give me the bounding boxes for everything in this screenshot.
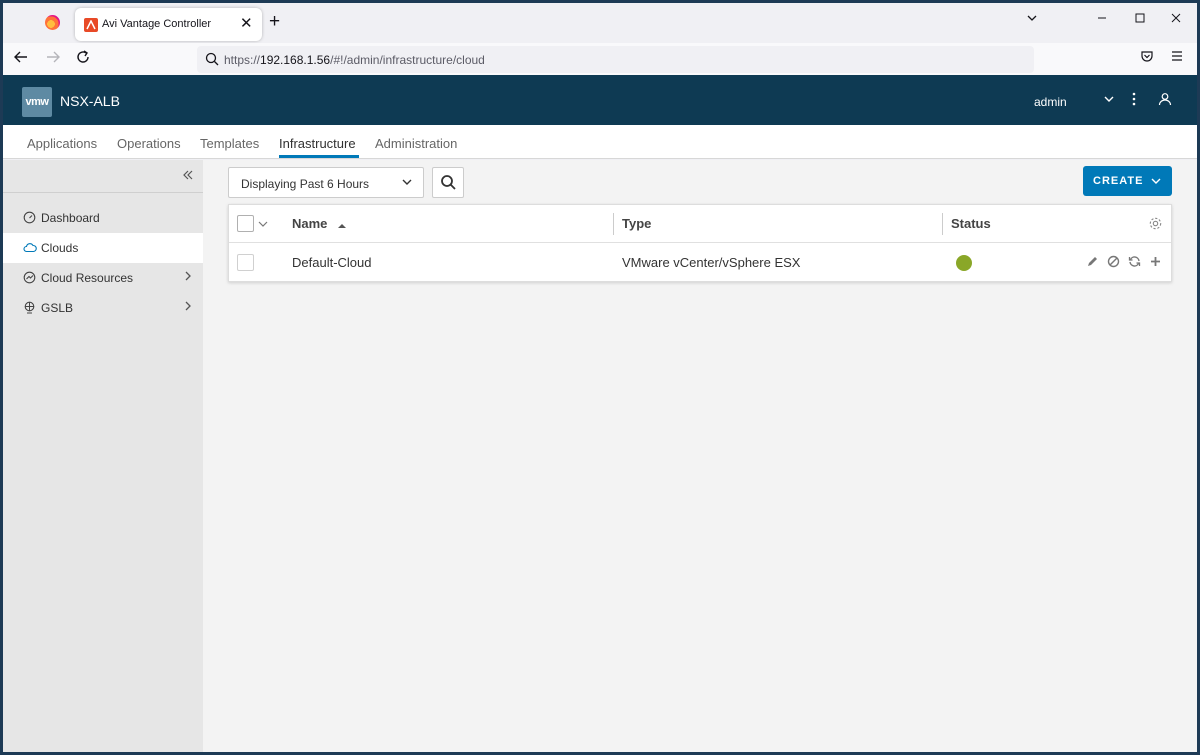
cloud-resources-icon xyxy=(23,271,36,289)
url-bar[interactable]: https://192.168.1.56/#!/admin/infrastruc… xyxy=(197,46,1034,73)
sidebar-item-label: Clouds xyxy=(41,241,79,255)
disable-icon[interactable] xyxy=(1107,255,1120,273)
column-header-type[interactable]: Type xyxy=(622,216,651,231)
collapse-sidebar-icon[interactable] xyxy=(181,168,195,187)
maximize-icon[interactable] xyxy=(1134,11,1146,27)
close-window-icon[interactable] xyxy=(1170,11,1182,27)
navigation-bar: https://192.168.1.56/#!/admin/infrastruc… xyxy=(3,43,1197,75)
sidebar-item-gslb[interactable]: GSLB xyxy=(3,293,203,323)
time-range-value: Displaying Past 6 Hours xyxy=(241,177,370,191)
url-prefix: https:// xyxy=(224,53,261,67)
edit-icon[interactable] xyxy=(1086,255,1099,273)
main-content: Displaying Past 6 Hours CREATE Name Type… xyxy=(203,160,1197,752)
search-icon xyxy=(441,175,456,190)
column-header-status[interactable]: Status xyxy=(951,216,991,231)
sidebar-item-label: Dashboard xyxy=(41,211,100,225)
table-header: Name Type Status xyxy=(229,205,1171,243)
sidebar: Dashboard Clouds Cloud Resources GSLB xyxy=(3,160,203,752)
browser-window: Avi Vantage Controller ✕ + https://192.1… xyxy=(3,3,1197,752)
sidebar-item-dashboard[interactable]: Dashboard xyxy=(3,203,203,233)
column-header-name[interactable]: Name xyxy=(292,216,327,231)
reload-icon[interactable] xyxy=(75,49,91,70)
clouds-table: Name Type Status Default-Cloud VMware vC… xyxy=(228,204,1172,282)
cloud-icon xyxy=(23,241,37,259)
user-name[interactable]: admin xyxy=(1034,95,1067,109)
create-button-label: CREATE xyxy=(1093,175,1144,187)
search-button[interactable] xyxy=(432,167,464,198)
menu-icon[interactable] xyxy=(1170,49,1184,66)
add-icon[interactable] xyxy=(1149,255,1162,273)
app-name: NSX-ALB xyxy=(60,93,120,109)
pocket-icon[interactable] xyxy=(1140,49,1154,66)
top-navigation: Applications Operations Templates Infras… xyxy=(3,125,1197,159)
sidebar-divider xyxy=(3,192,203,193)
time-range-select[interactable]: Displaying Past 6 Hours xyxy=(228,167,424,198)
back-icon[interactable] xyxy=(13,49,29,70)
sidebar-item-label: Cloud Resources xyxy=(41,271,134,285)
minimize-icon[interactable] xyxy=(1096,11,1108,27)
gear-icon[interactable] xyxy=(1148,216,1163,236)
table-row[interactable]: Default-Cloud VMware vCenter/vSphere ESX xyxy=(229,244,1171,282)
tab-strip: Avi Vantage Controller ✕ + xyxy=(3,3,1197,43)
create-button[interactable]: CREATE xyxy=(1083,166,1172,196)
url-host: 192.168.1.56 xyxy=(260,53,331,67)
vmware-logo[interactable]: vmw xyxy=(22,87,52,117)
sidebar-item-label: GSLB xyxy=(41,301,74,315)
url-path: /#!/admin/infrastructure/cloud xyxy=(330,53,485,67)
tab-administration[interactable]: Administration xyxy=(375,136,457,151)
chevron-down-icon xyxy=(401,175,413,193)
chevron-down-icon xyxy=(1150,175,1162,190)
row-checkbox[interactable] xyxy=(237,254,254,271)
active-tab-indicator xyxy=(279,155,359,158)
chevron-right-icon xyxy=(183,269,193,286)
sort-ascending-icon[interactable] xyxy=(337,217,347,235)
select-menu-chevron-icon[interactable] xyxy=(257,217,269,235)
more-options-icon[interactable] xyxy=(1131,92,1137,109)
search-icon xyxy=(205,52,219,71)
tab-list-icon[interactable] xyxy=(1026,11,1038,27)
tab-infrastructure[interactable]: Infrastructure xyxy=(279,136,356,151)
tab-templates[interactable]: Templates xyxy=(200,136,259,151)
cloud-type: VMware vCenter/vSphere ESX xyxy=(622,255,801,270)
cloud-name[interactable]: Default-Cloud xyxy=(292,255,372,270)
forward-icon[interactable] xyxy=(45,49,61,70)
sidebar-item-cloud-resources[interactable]: Cloud Resources xyxy=(3,263,203,293)
firefox-icon[interactable] xyxy=(45,15,60,30)
app-header: vmw NSX-ALB admin xyxy=(3,75,1197,125)
user-profile-icon[interactable] xyxy=(1158,92,1172,109)
select-all-checkbox[interactable] xyxy=(237,215,254,232)
status-up-indicator xyxy=(956,255,972,271)
browser-tab[interactable]: Avi Vantage Controller ✕ xyxy=(75,8,262,41)
tab-operations[interactable]: Operations xyxy=(117,136,181,151)
url-text: https://192.168.1.56/#!/admin/infrastruc… xyxy=(224,53,485,67)
user-menu-chevron-icon[interactable] xyxy=(1103,92,1115,108)
avi-favicon-icon xyxy=(84,18,98,32)
chevron-right-icon xyxy=(183,299,193,316)
sidebar-item-clouds[interactable]: Clouds xyxy=(3,233,203,263)
tab-title: Avi Vantage Controller xyxy=(102,18,212,30)
globe-icon xyxy=(23,301,36,319)
new-tab-button[interactable]: + xyxy=(269,11,280,33)
tab-close-icon[interactable]: ✕ xyxy=(240,14,253,32)
refresh-icon[interactable] xyxy=(1128,255,1141,273)
column-separator xyxy=(942,213,943,235)
tab-applications[interactable]: Applications xyxy=(27,136,97,151)
column-separator xyxy=(613,213,614,235)
dashboard-icon xyxy=(23,211,36,229)
